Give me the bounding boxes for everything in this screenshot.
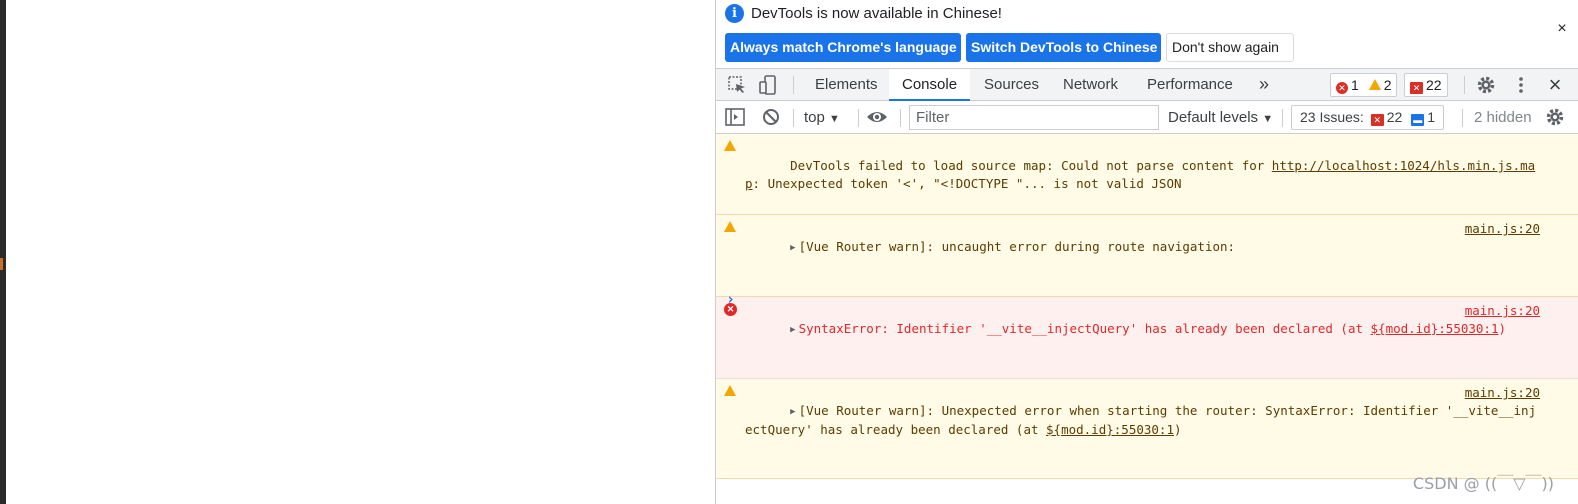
watermark: CSDN @ ((￣▽￣)) — [1412, 474, 1554, 493]
console-filter-input[interactable] — [909, 105, 1159, 130]
console-prompt-chevron-icon[interactable]: › — [726, 290, 735, 308]
hidden-messages-count: 2 hidden — [1474, 109, 1532, 126]
always-match-language-button[interactable]: Always match Chrome's language — [725, 33, 961, 62]
dont-show-again-button[interactable]: Don't show again — [1166, 33, 1294, 62]
live-expression-eye-icon[interactable] — [866, 106, 888, 128]
source-location-link[interactable]: main.js:20 — [1465, 302, 1540, 320]
tab-elements[interactable]: Elements — [802, 69, 891, 101]
log-levels-dropdown[interactable]: Default levels ▼ — [1168, 101, 1273, 134]
inspect-element-icon[interactable] — [726, 74, 748, 96]
source-location-link[interactable]: main.js:20 — [1465, 384, 1540, 402]
tab-performance[interactable]: Performance — [1134, 69, 1246, 101]
toolbar-separator — [793, 109, 794, 127]
issue-error-icon: ✕ — [1370, 114, 1384, 126]
error-count: 1 — [1351, 77, 1359, 93]
warning-count: 2 — [1383, 77, 1392, 93]
settings-gear-icon[interactable] — [1475, 74, 1497, 96]
tab-sources[interactable]: Sources — [971, 69, 1052, 101]
console-settings-gear-icon[interactable] — [1544, 106, 1566, 128]
toolbar-separator — [858, 109, 859, 127]
issues-count: 22 — [1426, 77, 1442, 93]
show-sidebar-icon[interactable] — [724, 106, 746, 128]
expand-triangle-icon[interactable]: ▶ — [790, 403, 795, 421]
issue-info-icon: ▬ — [1411, 114, 1425, 126]
warning-icon — [724, 140, 736, 151]
info-icon: i — [725, 4, 744, 23]
issue-icon: ✕ — [1410, 82, 1423, 94]
issues-error-count: 22 — [1386, 109, 1403, 125]
console-message-error[interactable]: ✕ ▶ SyntaxError: Identifier '__vite__injec… — [716, 297, 1578, 379]
language-infobar: i DevTools is now available in Chinese! … — [716, 0, 1578, 68]
error-icon: ✕ — [1336, 82, 1348, 94]
mod-id-link[interactable]: ${mod.id}:55030:1 — [1046, 422, 1174, 437]
toolbar-separator — [900, 109, 901, 127]
warning-icon — [724, 221, 736, 232]
toolbar-separator — [1464, 76, 1465, 94]
warning-icon — [1368, 79, 1381, 90]
devtools-main-toolbar: Elements Console Sources Network Perform… — [716, 68, 1578, 101]
device-toolbar-icon[interactable] — [757, 74, 779, 96]
more-tabs-icon[interactable]: » — [1255, 69, 1273, 101]
message-text: DevTools failed to load source map: Coul… — [790, 158, 1272, 173]
message-text: : Unexpected token '<', "<!DOCTYPE "... … — [752, 176, 1182, 191]
issues-summary-button[interactable]: 23 Issues: ✕ 22 ▬ 1 — [1291, 105, 1444, 130]
log-levels-value: Default levels — [1168, 109, 1259, 126]
chevron-down-icon: ▼ — [1262, 113, 1274, 125]
console-message-warning[interactable]: ▶ [Vue Router warn]: Unexpected error whe… — [716, 379, 1578, 479]
console-toolbar: top ▼ Default levels ▼ 23 Issues: ✕22 ▬1… — [716, 101, 1578, 134]
devtools-panel: i DevTools is now available in Chinese! … — [716, 0, 1578, 504]
context-selector[interactable]: top ▼ — [804, 101, 840, 134]
message-text: SyntaxError: Identifier '__vite__injectQ… — [798, 321, 1371, 336]
switch-to-chinese-button[interactable]: Switch DevTools to Chinese — [966, 33, 1161, 62]
toolbar-separator — [793, 76, 794, 94]
issues-info-count: 1 — [1427, 109, 1435, 125]
expand-triangle-icon[interactable]: ▶ — [790, 239, 795, 257]
clear-console-icon[interactable] — [760, 106, 782, 128]
console-message-warning: DevTools failed to load source map: Coul… — [716, 134, 1578, 215]
close-devtools-icon[interactable]: × — [1544, 74, 1566, 96]
tab-network[interactable]: Network — [1050, 69, 1131, 101]
toolbar-separator — [1462, 109, 1463, 127]
context-value: top — [804, 109, 825, 126]
source-location-link[interactable]: main.js:20 — [1465, 220, 1540, 238]
message-text: [Vue Router warn]: uncaught error during… — [798, 239, 1236, 254]
tab-console[interactable]: Console — [889, 69, 971, 101]
issues-counter[interactable]: ✕ 22 — [1404, 73, 1448, 97]
mod-id-link[interactable]: ${mod.id}:55030:1 — [1371, 321, 1499, 336]
issues-label: 23 Issues: — [1300, 109, 1364, 125]
infobar-close-icon[interactable]: × — [1554, 20, 1570, 38]
expand-triangle-icon[interactable]: ▶ — [790, 321, 795, 339]
console-message-warning[interactable]: ▶ [Vue Router warn]: uncaught error durin… — [716, 215, 1578, 297]
error-warning-counter[interactable]: ✕ 1 2 — [1330, 73, 1398, 97]
toolbar-separator — [1282, 109, 1283, 127]
infobar-message: DevTools is now available in Chinese! — [751, 5, 1002, 22]
chevron-down-icon: ▼ — [829, 113, 840, 125]
warning-icon — [724, 385, 736, 396]
console-messages: DevTools failed to load source map: Coul… — [716, 134, 1578, 479]
left-edge-marker — [0, 258, 3, 270]
page-viewport — [6, 0, 715, 504]
message-text: ) — [1498, 321, 1506, 336]
more-options-kebab-icon[interactable] — [1510, 74, 1532, 96]
message-text: ) — [1173, 422, 1182, 437]
